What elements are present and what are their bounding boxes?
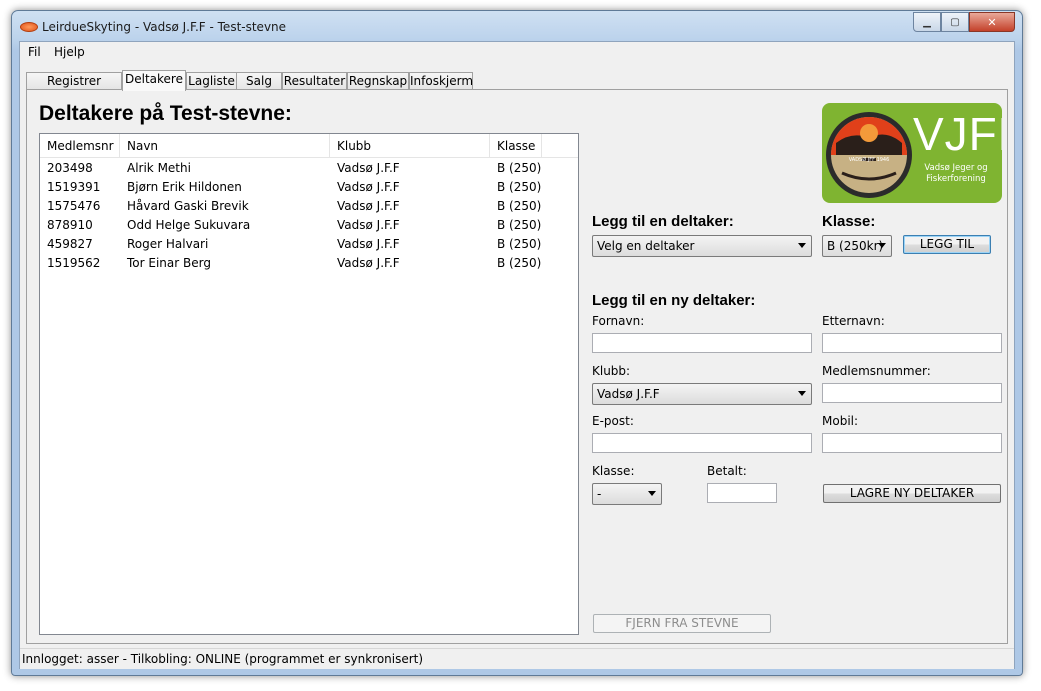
- row-medlemsnr: 878910: [47, 218, 93, 232]
- list-header: Medlemsnr Navn Klubb Klasse: [40, 134, 578, 158]
- minimize-icon: ▁: [923, 16, 931, 28]
- row-klasse: B (250): [497, 218, 542, 232]
- row-klubb: Vadsø J.F.F: [337, 199, 400, 213]
- deltakere-panel: Deltakere på Test-stevne: Medlemsnr Navn…: [26, 89, 1008, 644]
- chevron-down-icon: [878, 243, 886, 248]
- row-klasse: B (250): [497, 256, 542, 270]
- club-select[interactable]: Vadsø J.F.F: [592, 383, 812, 405]
- table-row[interactable]: 203498 Alrik Methi Vadsø J.F.F B (250): [40, 159, 578, 178]
- class-select-value: B (250kr): [827, 239, 884, 253]
- column-header-navn[interactable]: Navn: [120, 134, 330, 157]
- page-title: Deltakere på Test-stevne:: [39, 102, 292, 125]
- new-participant-heading: Legg til en ny deltaker:: [592, 292, 756, 309]
- tab-regnskap[interactable]: Regnskap: [347, 72, 409, 90]
- firstname-field[interactable]: [592, 333, 812, 353]
- lastname-field[interactable]: [822, 333, 1002, 353]
- tab-salg[interactable]: Salg: [236, 72, 282, 90]
- close-button[interactable]: ✕: [969, 12, 1015, 32]
- row-klubb: Vadsø J.F.F: [337, 218, 400, 232]
- status-text: Innlogget: asser - Tilkobling: ONLINE (p…: [22, 652, 424, 666]
- tab-lagliste[interactable]: Lagliste: [186, 72, 237, 90]
- minimize-button[interactable]: ▁: [913, 12, 941, 32]
- logo-subtitle: Vadsø Jeger og Fiskerforening: [924, 163, 988, 184]
- email-field[interactable]: [592, 433, 812, 453]
- row-navn: Tor Einar Berg: [127, 256, 211, 270]
- table-row[interactable]: 878910 Odd Helge Sukuvara Vadsø J.F.F B (25…: [40, 216, 578, 235]
- row-klubb: Vadsø J.F.F: [337, 180, 400, 194]
- menu-bar: Fil Hjelp: [20, 42, 1014, 62]
- tab-resultater[interactable]: Resultater: [282, 72, 347, 90]
- column-header-medlemsnr[interactable]: Medlemsnr: [40, 134, 120, 157]
- row-navn: Håvard Gaski Brevik: [127, 199, 249, 213]
- row-navn: Alrik Methi: [127, 161, 191, 175]
- paid-label: Betalt:: [707, 464, 747, 478]
- table-row[interactable]: 1575476 Håvard Gaski Brevik Vadsø J.F.F B (…: [40, 197, 578, 216]
- paid-field[interactable]: [707, 483, 777, 503]
- email-label: E-post:: [592, 414, 634, 428]
- new-class-label: Klasse:: [592, 464, 635, 478]
- member-number-label: Medlemsnummer:: [822, 364, 931, 378]
- menu-file[interactable]: Fil: [28, 45, 41, 59]
- row-klubb: Vadsø J.F.F: [337, 256, 400, 270]
- row-klubb: Vadsø J.F.F: [337, 237, 400, 251]
- table-row[interactable]: 1519562 Tor Einar Berg Vadsø J.F.F B (250): [40, 254, 578, 273]
- row-navn: Roger Halvari: [127, 237, 209, 251]
- mobile-label: Mobil:: [822, 414, 859, 428]
- tab-deltakere[interactable]: Deltakere: [122, 70, 186, 91]
- add-participant-heading: Legg til en deltaker:: [592, 213, 734, 230]
- participant-select[interactable]: Velg en deltaker: [592, 235, 812, 257]
- title-bar[interactable]: LeirdueSkyting - Vadsø J.F.F - Test-stev…: [12, 11, 1022, 41]
- maximize-button[interactable]: ▢: [941, 12, 969, 32]
- club-select-value: Vadsø J.F.F: [597, 387, 660, 401]
- window-controls: ▁ ▢ ✕: [913, 12, 1015, 32]
- participant-select-value: Velg en deltaker: [597, 239, 695, 253]
- column-header-klubb[interactable]: Klubb: [330, 134, 490, 157]
- row-klasse: B (250): [497, 237, 542, 251]
- row-medlemsnr: 1575476: [47, 199, 101, 213]
- member-number-field[interactable]: [822, 383, 1002, 403]
- status-bar: Innlogget: asser - Tilkobling: ONLINE (p…: [20, 648, 1014, 669]
- tab-infoskjerm[interactable]: Infoskjerm: [409, 72, 473, 90]
- app-window: LeirdueSkyting - Vadsø J.F.F - Test-stev…: [11, 10, 1023, 676]
- tab-registrer-skyting[interactable]: Registrer skyting: [26, 72, 122, 105]
- row-klasse: B (250): [497, 180, 542, 194]
- add-button[interactable]: LEGG TIL: [903, 235, 991, 254]
- window-title: LeirdueSkyting - Vadsø J.F.F - Test-stev…: [42, 20, 287, 34]
- chevron-down-icon: [648, 491, 656, 496]
- new-class-select-value: -: [597, 487, 602, 501]
- clay-pigeon-icon: [20, 22, 38, 32]
- logo-text: VJFF: [913, 108, 1002, 160]
- class-select[interactable]: B (250kr): [822, 235, 892, 257]
- table-row[interactable]: 1519391 Bjørn Erik Hildonen Vadsø J.F.F B (…: [40, 178, 578, 197]
- row-medlemsnr: 459827: [47, 237, 93, 251]
- class-heading: Klasse:: [822, 213, 876, 230]
- row-klasse: B (250): [497, 161, 542, 175]
- close-icon: ✕: [987, 15, 997, 29]
- row-medlemsnr: 203498: [47, 161, 93, 175]
- row-klasse: B (250): [497, 199, 542, 213]
- remove-from-event-button[interactable]: FJERN FRA STEVNE: [593, 614, 771, 633]
- mobile-field[interactable]: [822, 433, 1002, 453]
- menu-help[interactable]: Hjelp: [54, 45, 85, 59]
- chevron-down-icon: [798, 243, 806, 248]
- save-participant-button[interactable]: LAGRE NY DELTAKER: [823, 484, 1001, 503]
- chevron-down-icon: [798, 391, 806, 396]
- maximize-icon: ▢: [950, 16, 960, 28]
- club-logo: VADSØ JFF 1946 VJFF Vadsø Jeger og Fiske…: [822, 103, 1002, 203]
- column-header-klasse[interactable]: Klasse: [490, 134, 542, 157]
- lastname-label: Etternavn:: [822, 314, 885, 328]
- row-navn: Bjørn Erik Hildonen: [127, 180, 242, 194]
- row-klubb: Vadsø J.F.F: [337, 161, 400, 175]
- logo-badge-text: VADSØ JFF 1946: [849, 156, 890, 163]
- club-label: Klubb:: [592, 364, 631, 378]
- row-medlemsnr: 1519562: [47, 256, 101, 270]
- row-medlemsnr: 1519391: [47, 180, 101, 194]
- table-row[interactable]: 459827 Roger Halvari Vadsø J.F.F B (250): [40, 235, 578, 254]
- participant-list[interactable]: Medlemsnr Navn Klubb Klasse 203498 Alrik …: [39, 133, 579, 635]
- row-navn: Odd Helge Sukuvara: [127, 218, 251, 232]
- new-class-select[interactable]: -: [592, 483, 662, 505]
- client-area: Fil Hjelp Registrer skyting Deltakere La…: [19, 41, 1015, 669]
- firstname-label: Fornavn:: [592, 314, 645, 328]
